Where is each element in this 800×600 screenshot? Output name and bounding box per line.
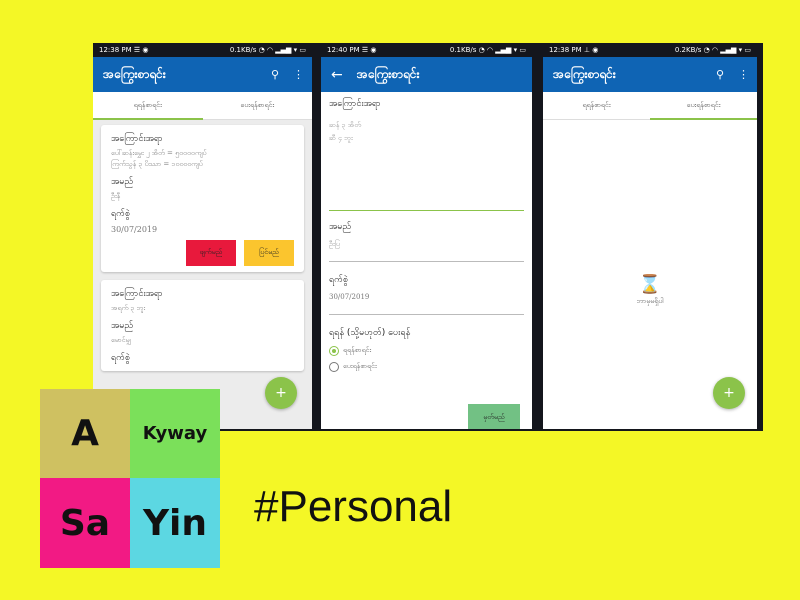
date-value: 30/07/2019 <box>111 225 158 234</box>
app-title: အကြွေးစာရင်း <box>356 66 420 81</box>
logo-sa-tile: Sa <box>40 478 130 568</box>
delete-button[interactable]: ဖျက်မည် <box>186 240 236 266</box>
status-indicators: 0.2KB/s ◔ ◠ ▂▄▆ ▾ ▭ <box>674 46 751 54</box>
status-indicators: 0.1KB/s ◔ ◠ ▂▄▆ ▾ ▭ <box>229 46 306 54</box>
status-bar: 12:40 PM ☰ ◉ 0.1KB/s ◔ ◠ ▂▄▆ ▾ ▭ <box>321 43 532 57</box>
subject-detail: ပေါ်ဆန်းမွှေး ၂ အိတ် = ၅၀၀၀၀ကျပ် <box>111 149 207 157</box>
date-label: ရက်စွဲ <box>111 353 131 363</box>
status-time: 12:38 PM ☰ ◉ <box>99 46 149 54</box>
radio-payable[interactable]: ပေးရန်စာရင်း <box>329 362 524 372</box>
radio-label: ရရန်စာရင်း <box>343 346 372 354</box>
app-title: အကြွေးစာရင်း <box>553 66 616 81</box>
subject-label: အကြောင်းအရာ <box>329 99 381 109</box>
date-label: ရက်စွဲ <box>329 275 349 285</box>
hourglass-icon: ⌛ <box>638 274 662 295</box>
name-value: မောင်မျှ <box>111 336 131 344</box>
status-bar: 12:38 PM ⊥ ◉ 0.2KB/s ◔ ◠ ▂▄▆ ▾ ▭ <box>543 43 757 57</box>
app-bar: ← အကြွေးစာရင်း <box>321 57 532 92</box>
tab-bar: ရရန်စာရင်း ပေးရန်စာရင်း <box>543 92 757 120</box>
screen-add-entry-form: 12:40 PM ☰ ◉ 0.1KB/s ◔ ◠ ▂▄▆ ▾ ▭ ← အကြွေ… <box>321 43 532 429</box>
search-icon[interactable]: ⚲ <box>716 68 724 81</box>
more-vert-icon[interactable]: ⋮ <box>738 68 749 81</box>
name-label: အမည် <box>329 222 352 232</box>
subject-line: ဆီ ၄ ဘူး <box>329 134 353 142</box>
entry-form: အကြောင်းအရာ ဆန် ၃ အိတ် ဆီ ၄ ဘူး အမည် ဦးပ… <box>321 92 532 429</box>
radio-receivable[interactable]: ရရန်စာရင်း <box>329 346 524 356</box>
add-fab-button[interactable]: + <box>265 377 297 409</box>
subject-detail: အရက် ၃ ဘူး <box>111 304 146 312</box>
status-bar: 12:38 PM ☰ ◉ 0.1KB/s ◔ ◠ ▂▄▆ ▾ ▭ <box>93 43 312 57</box>
status-time: 12:38 PM ⊥ ◉ <box>549 46 599 54</box>
date-value: 30/07/2019 <box>329 293 370 301</box>
type-label: ရရန် (သို့မဟုတ်) ပေးရန် <box>329 328 411 338</box>
subject-label: အကြောင်းအရာ <box>111 289 163 299</box>
logo-kyway-tile: Kyway <box>130 389 220 478</box>
subject-label: အကြောင်းအရာ <box>111 134 163 144</box>
tab-payable[interactable]: ပေးရန်စာရင်း <box>203 92 313 119</box>
radio-unchecked-icon <box>329 362 339 372</box>
phone-screenshots-frame: 12:38 PM ☰ ◉ 0.1KB/s ◔ ◠ ▂▄▆ ▾ ▭ အကြွေးစ… <box>93 43 763 431</box>
radio-checked-icon <box>329 346 339 356</box>
search-icon[interactable]: ⚲ <box>271 68 279 81</box>
app-logo: A Kyway Sa Yin <box>40 389 220 568</box>
list-item[interactable]: အကြောင်းအရာ အရက် ၃ ဘူး အမည် မောင်မျှ ရက်… <box>101 280 304 371</box>
add-fab-button[interactable]: + <box>713 377 745 409</box>
app-title: အကြွေးစာရင်း <box>103 66 166 81</box>
name-field[interactable]: ဦးပြ <box>329 240 524 262</box>
radio-label: ပေးရန်စာရင်း <box>343 362 377 370</box>
tab-bar: ရရန်စာရင်း ပေးရန်စာရင်း <box>93 92 312 120</box>
name-label: အမည် <box>111 177 134 187</box>
app-bar: အကြွေးစာရင်း ⚲ ⋮ <box>93 57 312 92</box>
app-bar: အကြွေးစာရင်း ⚲ ⋮ <box>543 57 757 92</box>
screen-payable-empty: 12:38 PM ⊥ ◉ 0.2KB/s ◔ ◠ ▂▄▆ ▾ ▭ အကြွေးစ… <box>543 43 757 429</box>
logo-a-tile: A <box>40 389 130 478</box>
save-button[interactable]: မှတ်မည် <box>468 404 520 429</box>
hashtag-label: #Personal <box>254 482 453 531</box>
name-value: ဦးပြ <box>329 240 340 248</box>
subject-detail: ကြက်သွန် ၃ ပိဿာ = ၁၀၀၀၀ကျပ် <box>111 160 203 168</box>
edit-button[interactable]: ပြင်မည် <box>244 240 294 266</box>
logo-yin-tile: Yin <box>130 478 220 568</box>
tab-receivable[interactable]: ရရန်စာရင်း <box>93 92 203 120</box>
subject-line: ဆန် ၃ အိတ် <box>329 121 362 129</box>
status-time: 12:40 PM ☰ ◉ <box>327 46 377 54</box>
list-item[interactable]: အကြောင်းအရာ ပေါ်ဆန်းမွှေး ၂ အိတ် = ၅၀၀၀၀… <box>101 125 304 272</box>
back-arrow-icon[interactable]: ← <box>331 67 343 83</box>
tab-payable[interactable]: ပေးရန်စာရင်း <box>650 92 757 120</box>
empty-text: ဘာမှမရှိပါ <box>636 297 664 305</box>
more-vert-icon[interactable]: ⋮ <box>293 68 304 81</box>
tab-receivable[interactable]: ရရန်စာရင်း <box>543 92 650 119</box>
subject-textarea[interactable]: ဆန် ၃ အိတ် ဆီ ၄ ဘူး <box>329 121 524 211</box>
date-label: ရက်စွဲ <box>111 209 131 219</box>
name-label: အမည် <box>111 321 134 331</box>
empty-state: ⌛ ဘာမှမရှိပါ <box>543 274 757 307</box>
name-value: ဦးနီ <box>111 192 121 200</box>
date-field[interactable]: 30/07/2019 <box>329 293 524 315</box>
status-indicators: 0.1KB/s ◔ ◠ ▂▄▆ ▾ ▭ <box>449 46 526 54</box>
screen-receivable-list: 12:38 PM ☰ ◉ 0.1KB/s ◔ ◠ ▂▄▆ ▾ ▭ အကြွေးစ… <box>93 43 312 429</box>
